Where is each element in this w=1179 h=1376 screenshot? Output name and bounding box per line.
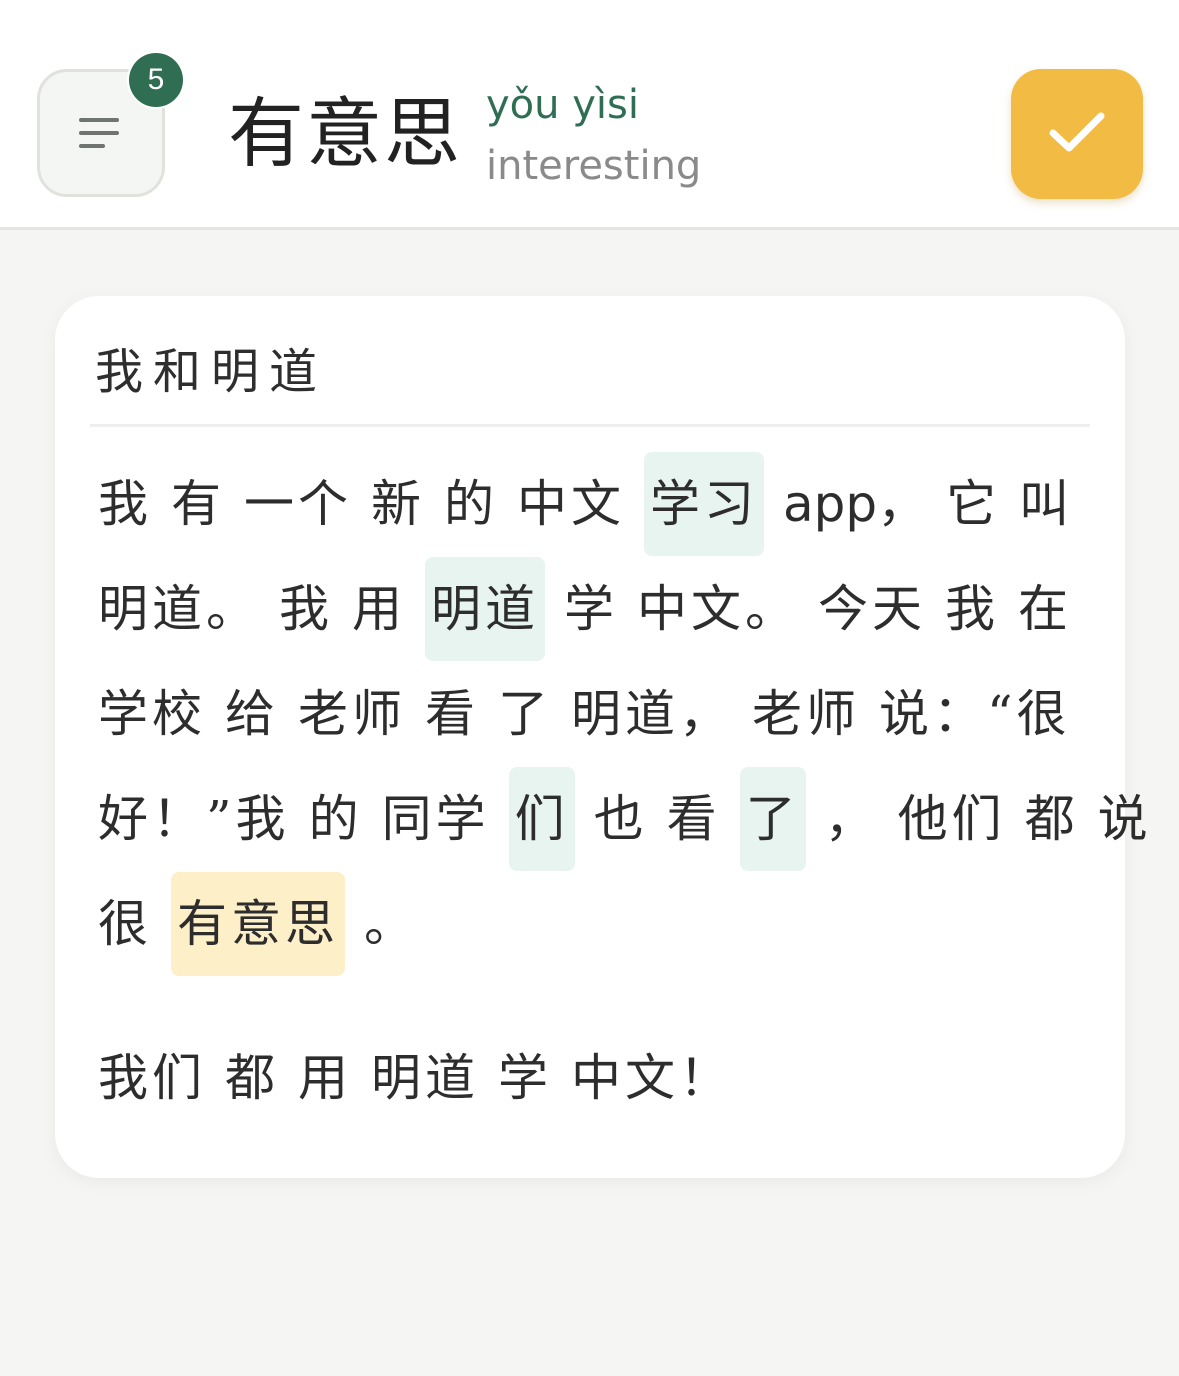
top-bar: 5 有意思 yǒu yìsi interesting bbox=[0, 0, 1179, 230]
word-token[interactable]: 叫 bbox=[1019, 452, 1073, 556]
highlighted-word[interactable]: 学习 bbox=[644, 452, 764, 556]
word-token[interactable]: 中文！ bbox=[571, 1026, 733, 1130]
word-token[interactable]: 同学 bbox=[382, 767, 490, 871]
passage-line: 好！”我的同学们也看了，他们都说 bbox=[98, 767, 1171, 871]
word-token[interactable]: 学校 bbox=[98, 662, 206, 766]
word-token[interactable]: 明道， bbox=[571, 662, 733, 766]
word-token[interactable]: 今天 bbox=[818, 557, 926, 661]
word-token[interactable]: 明道 bbox=[371, 1026, 479, 1130]
word-token[interactable]: 有 bbox=[171, 452, 225, 556]
word-token[interactable]: 在 bbox=[1018, 557, 1072, 661]
word-token[interactable]: 给 bbox=[225, 662, 279, 766]
word-token[interactable]: 我 bbox=[279, 557, 333, 661]
word-token[interactable]: 用 bbox=[298, 1026, 352, 1130]
word-token[interactable]: 明道。 bbox=[98, 557, 260, 661]
highlighted-word[interactable]: 们 bbox=[508, 767, 575, 871]
word-token[interactable]: ， bbox=[825, 767, 879, 871]
word-token[interactable]: 中文 bbox=[517, 452, 625, 556]
passage-line: 明道。我用明道学中文。 今天我在 bbox=[98, 557, 1091, 661]
word-token[interactable]: 了 bbox=[498, 662, 552, 766]
word-token[interactable]: 我们 bbox=[98, 1026, 206, 1130]
word-token[interactable]: 的 bbox=[309, 767, 363, 871]
word-token[interactable]: 说 bbox=[1098, 767, 1152, 871]
word-token[interactable]: 我 bbox=[98, 452, 152, 556]
word-pinyin: yǒu yìsi bbox=[486, 82, 639, 128]
passage-line: 我有一个新的中文 学习 app，它叫 bbox=[98, 452, 1092, 556]
word-token[interactable]: 说：“很 bbox=[879, 662, 1071, 766]
word-token[interactable]: 新 bbox=[371, 452, 425, 556]
word-token[interactable]: 老师 bbox=[298, 662, 406, 766]
word-token[interactable]: 学 bbox=[498, 1026, 552, 1130]
check-icon bbox=[1049, 111, 1105, 158]
word-token[interactable]: 老师 bbox=[752, 662, 860, 766]
word-token[interactable]: 看 bbox=[425, 662, 479, 766]
word-token[interactable]: 很 bbox=[98, 872, 152, 976]
word-token[interactable]: 我 bbox=[945, 557, 999, 661]
word-token[interactable]: 他们 bbox=[898, 767, 1006, 871]
word-token[interactable]: app， bbox=[783, 452, 927, 556]
current-word: 有意思 bbox=[228, 89, 462, 178]
word-token[interactable]: 好！”我 bbox=[98, 767, 290, 871]
word-token[interactable]: 。 bbox=[364, 872, 418, 976]
word-token[interactable]: 的 bbox=[444, 452, 498, 556]
closing-line: 我们都用明道学中文！ bbox=[98, 1026, 752, 1130]
word-token[interactable]: 学 bbox=[564, 557, 618, 661]
word-token[interactable]: 用 bbox=[352, 557, 406, 661]
highlighted-word[interactable]: 有意思 bbox=[171, 872, 345, 976]
passage-title: 我和明道 bbox=[95, 344, 328, 400]
word-meaning: interesting bbox=[486, 143, 702, 189]
title-divider bbox=[90, 424, 1090, 427]
word-token[interactable]: 也 bbox=[594, 767, 648, 871]
word-token[interactable]: 一个 bbox=[244, 452, 352, 556]
confirm-button[interactable] bbox=[1011, 69, 1143, 199]
passage-line: 学校给老师看了明道， 老师 说：“很 bbox=[98, 662, 1090, 766]
word-token[interactable]: 它 bbox=[946, 452, 1000, 556]
word-token[interactable]: 都 bbox=[225, 1026, 279, 1130]
highlighted-word[interactable]: 了 bbox=[739, 767, 806, 871]
word-token[interactable]: 都 bbox=[1025, 767, 1079, 871]
passage-line: 很有意思。 bbox=[98, 872, 437, 976]
passage-card: 我和明道 我有一个新的中文 学习 app，它叫 明道。我用明道学中文。 今天我在 学校… bbox=[55, 296, 1148, 1178]
word-token[interactable]: 看 bbox=[667, 767, 721, 871]
word-token[interactable]: 中文。 bbox=[637, 557, 799, 661]
highlighted-word[interactable]: 明道 bbox=[425, 557, 545, 661]
menu-lines-icon bbox=[79, 116, 123, 150]
menu-count-badge: 5 bbox=[129, 53, 183, 107]
